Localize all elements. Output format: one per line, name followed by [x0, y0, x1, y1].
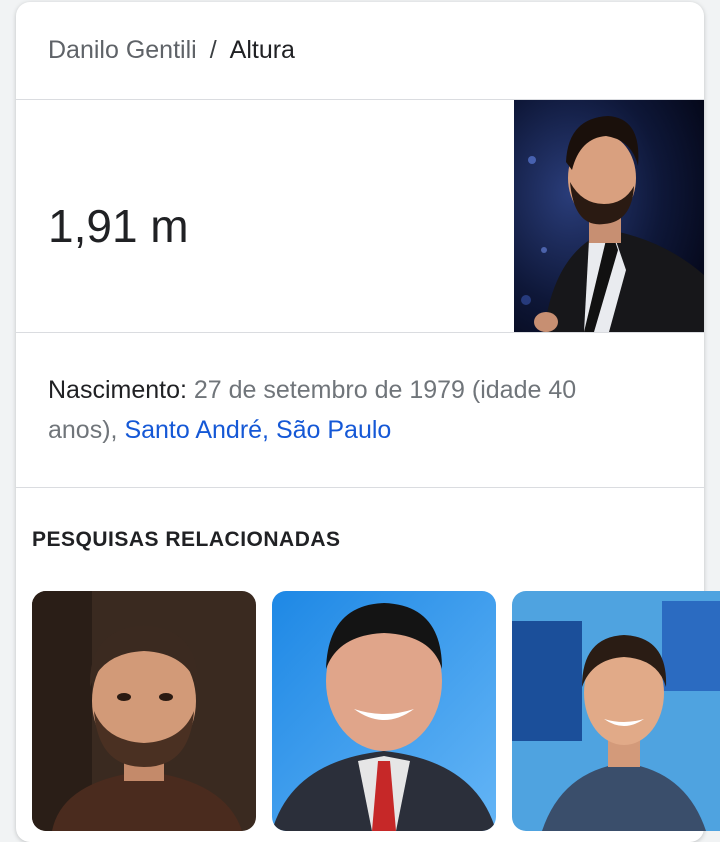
- related-item-image[interactable]: [272, 591, 496, 831]
- breadcrumb-attribute: Altura: [229, 36, 295, 64]
- related-item-image[interactable]: [512, 591, 720, 831]
- related-searches-heading: PESQUISAS RELACIONADAS: [32, 528, 341, 551]
- answer-panel: 1,91 m: [16, 100, 704, 333]
- birth-info: Nascimento: 27 de setembro de 1979 (idad…: [16, 333, 704, 488]
- birth-place-link[interactable]: Santo André, São Paulo: [124, 416, 391, 444]
- breadcrumb-entity-link[interactable]: Danilo Gentili: [48, 36, 197, 65]
- breadcrumb: Danilo Gentili / Altura: [16, 2, 704, 100]
- birth-label: Nascimento:: [48, 376, 187, 404]
- related-item-image[interactable]: [32, 591, 256, 831]
- entity-photo[interactable]: [514, 100, 704, 332]
- breadcrumb-separator: /: [209, 36, 217, 64]
- height-value: 1,91 m: [48, 200, 189, 252]
